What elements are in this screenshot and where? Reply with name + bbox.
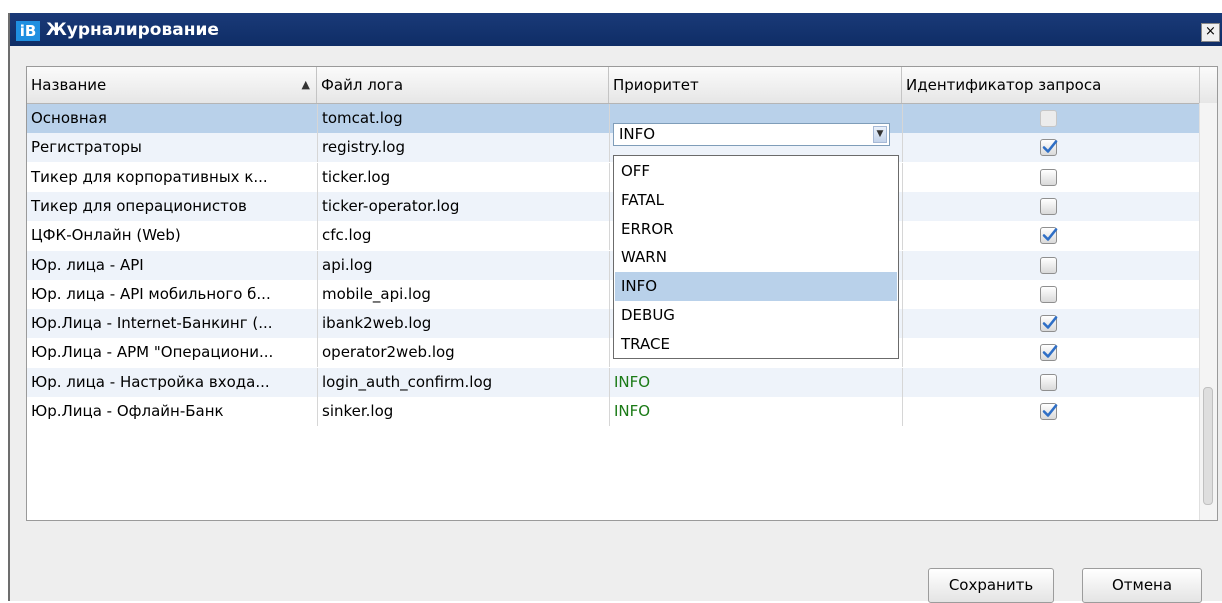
cell-priority[interactable]: INFO (609, 367, 902, 397)
title-bar[interactable]: iB Журналирование × (10, 13, 1222, 46)
cell-name[interactable]: Юр. лица - Настройка входа... (27, 368, 317, 397)
cell-request-id (902, 367, 1200, 397)
cell-request-id (902, 250, 1200, 280)
cell-log-file[interactable]: tomcat.log (317, 104, 609, 133)
app-logo-icon: iB (16, 21, 40, 41)
cell-name[interactable]: Тикер для корпоративных к... (27, 163, 317, 192)
priority-option-error[interactable]: ERROR (615, 215, 897, 244)
cell-log-file[interactable]: operator2web.log (317, 338, 609, 368)
cell-request-id (902, 133, 1200, 163)
cell-name[interactable]: Регистраторы (27, 133, 317, 162)
priority-option-trace[interactable]: TRACE (615, 330, 897, 359)
checkbox-unchecked[interactable] (1040, 285, 1057, 303)
save-button[interactable]: Сохранить (928, 568, 1054, 603)
table-row[interactable]: Юр. лица - Настройка входа... login_auth_… (27, 367, 1200, 397)
checkbox-unchecked[interactable] (1040, 110, 1057, 127)
cell-name[interactable]: Юр.Лица - Internet-Банкинг (... (27, 309, 317, 338)
dialog-title: Журналирование (46, 20, 219, 40)
dropdown-arrow-icon[interactable]: ▼ (873, 126, 887, 143)
column-header-name[interactable]: Название ▲ (27, 67, 317, 103)
checkbox-unchecked[interactable] (1040, 197, 1057, 215)
column-header-priority[interactable]: Приоритет (609, 67, 902, 103)
cell-request-id (902, 279, 1200, 309)
cell-request-id (902, 397, 1200, 426)
table-header: Название ▲ Файл лога Приоритет Идентифик… (27, 67, 1217, 104)
close-button[interactable]: × (1201, 23, 1220, 42)
cell-log-file[interactable]: api.log (317, 250, 609, 280)
checkbox-unchecked[interactable] (1040, 168, 1057, 186)
cell-name[interactable]: Юр.Лица - Офлайн-Банк (27, 397, 317, 426)
cell-name[interactable]: Тикер для операционистов (27, 192, 317, 221)
cell-log-file[interactable]: ticker-operator.log (317, 191, 609, 221)
column-header-request-id[interactable]: Идентификатор запроса (902, 67, 1200, 103)
column-header-label: Название (31, 76, 107, 94)
cell-request-id (902, 104, 1200, 133)
cell-name[interactable]: Юр. лица - API мобильного б... (27, 280, 317, 309)
priority-option-info[interactable]: INFO (615, 272, 897, 302)
priority-option-warn[interactable]: WARN (615, 243, 897, 272)
priority-option-off[interactable]: OFF (615, 157, 897, 186)
cell-log-file[interactable]: cfc.log (317, 221, 609, 251)
cancel-button[interactable]: Отмена (1082, 568, 1202, 603)
priority-option-debug[interactable]: DEBUG (615, 301, 897, 330)
checkbox-checked[interactable] (1040, 315, 1058, 333)
cell-log-file[interactable]: registry.log (317, 133, 609, 163)
cell-name[interactable]: Основная (27, 104, 317, 133)
cell-name[interactable]: Юр.Лица - АРМ "Операциони... (27, 338, 317, 367)
cell-priority[interactable]: INFO (609, 397, 902, 426)
cell-request-id (902, 309, 1200, 339)
cell-name[interactable]: Юр. лица - API (27, 251, 317, 280)
priority-dropdown-list: OFF FATAL ERROR WARN INFO DEBUG TRACE (613, 155, 899, 359)
checkbox-checked[interactable] (1040, 344, 1058, 362)
cell-log-file[interactable]: mobile_api.log (317, 279, 609, 309)
cell-log-file[interactable]: sinker.log (317, 397, 609, 426)
cell-request-id (902, 221, 1200, 251)
cell-request-id (902, 338, 1200, 368)
cell-name[interactable]: ЦФК-Онлайн (Web) (27, 221, 317, 250)
priority-option-fatal[interactable]: FATAL (615, 186, 897, 215)
checkbox-unchecked[interactable] (1040, 373, 1057, 391)
priority-combobox-value: INFO (619, 125, 656, 143)
logging-dialog: iB Журналирование × Название ▲ Файл лога… (8, 13, 1222, 603)
checkbox-unchecked[interactable] (1040, 256, 1057, 274)
checkbox-checked[interactable] (1040, 227, 1058, 245)
priority-combobox[interactable]: INFO ▼ (613, 123, 890, 146)
sort-ascending-icon: ▲ (301, 78, 310, 91)
cell-request-id (902, 191, 1200, 221)
cell-log-file[interactable]: ticker.log (317, 162, 609, 192)
column-header-file[interactable]: Файл лога (317, 67, 609, 103)
checkbox-checked[interactable] (1040, 139, 1058, 157)
vertical-scrollbar[interactable] (1199, 103, 1217, 520)
cell-log-file[interactable]: ibank2web.log (317, 309, 609, 339)
checkbox-checked[interactable] (1040, 403, 1058, 420)
scrollbar-thumb[interactable] (1203, 387, 1213, 505)
cell-request-id (902, 162, 1200, 192)
cell-log-file[interactable]: login_auth_confirm.log (317, 367, 609, 397)
table-row[interactable]: Юр.Лица - Офлайн-Банк sinker.log INFO (27, 397, 1200, 426)
